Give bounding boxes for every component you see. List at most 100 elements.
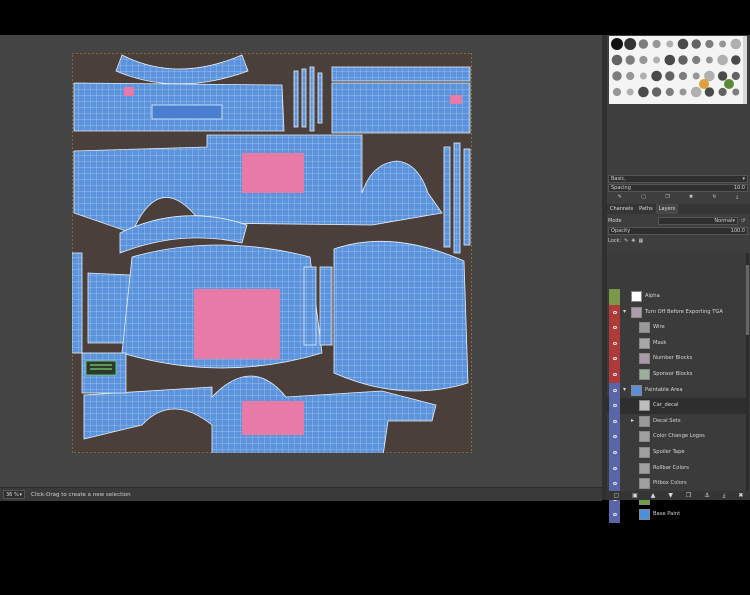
- layer-row[interactable]: Number Blocks: [607, 351, 746, 367]
- visibility-eye-icon[interactable]: [609, 507, 620, 523]
- raise-layer-icon[interactable]: ▲: [651, 492, 656, 499]
- lock-pixels-icon[interactable]: ✎: [624, 238, 628, 244]
- duplicate-layer-icon[interactable]: ❐: [686, 492, 691, 499]
- brush-preview[interactable]: [692, 72, 700, 80]
- layers-scrollbar[interactable]: [746, 253, 749, 491]
- brush-preview[interactable]: [719, 40, 727, 48]
- brush-preview[interactable]: [705, 56, 713, 64]
- brush-preview[interactable]: [612, 87, 622, 97]
- open-brush-icon[interactable]: ⤓: [736, 194, 738, 200]
- visibility-eye-icon[interactable]: [609, 382, 620, 399]
- brush-preview[interactable]: [626, 71, 635, 81]
- brush-preview[interactable]: [639, 72, 647, 80]
- brush-preview[interactable]: [626, 88, 634, 96]
- mode-select[interactable]: Normal ▾: [658, 217, 738, 225]
- brushes-scrollbar[interactable]: [743, 36, 747, 104]
- visibility-eye-icon[interactable]: [609, 476, 620, 492]
- brush-preview[interactable]: [611, 54, 623, 66]
- uv-template-canvas[interactable]: [72, 53, 472, 453]
- brush-preview[interactable]: [724, 79, 734, 89]
- brush-preview[interactable]: [652, 39, 661, 49]
- brush-preview[interactable]: [666, 40, 674, 48]
- layer-row[interactable]: Sponsor Blocks: [607, 367, 746, 383]
- brush-preview[interactable]: [717, 54, 728, 66]
- delete-layer-icon[interactable]: ✖: [738, 492, 743, 499]
- layers-list[interactable]: Alpha ▾ Turn Off Before Exporting TGA Wire M…: [607, 253, 750, 523]
- brush-previews[interactable]: [609, 36, 743, 104]
- brush-preview[interactable]: [638, 86, 649, 98]
- visibility-eye-icon[interactable]: [609, 460, 620, 477]
- visibility-eye-icon[interactable]: [609, 367, 620, 383]
- brush-preview[interactable]: [678, 71, 688, 81]
- visibility-eye-icon[interactable]: [609, 320, 620, 336]
- mode-reset-icon[interactable]: ↺: [741, 218, 745, 224]
- tab-paths[interactable]: Paths: [636, 204, 656, 214]
- edit-brush-icon[interactable]: ✎: [618, 194, 622, 200]
- brush-preview[interactable]: [692, 55, 701, 65]
- new-layer-icon[interactable]: ▢: [613, 492, 619, 499]
- lock-alpha-icon[interactable]: ▦: [639, 238, 644, 244]
- brush-preview[interactable]: [612, 71, 622, 81]
- brush-preview[interactable]: [665, 71, 675, 81]
- brush-preview[interactable]: [678, 55, 688, 65]
- zoom-select[interactable]: 36 % ▾: [3, 490, 25, 499]
- layer-row[interactable]: Color Change Logos: [607, 429, 746, 445]
- brush-preview[interactable]: [732, 88, 740, 96]
- delete-brush-icon[interactable]: ✖: [689, 194, 693, 200]
- layer-row[interactable]: Base Paint: [607, 507, 746, 523]
- layer-row[interactable]: Alpha: [607, 289, 746, 305]
- anchor-layer-icon[interactable]: ⚓: [704, 492, 709, 499]
- spacing-row[interactable]: Spacing 10.0: [608, 184, 748, 192]
- brush-preview[interactable]: [690, 86, 702, 98]
- duplicate-brush-icon[interactable]: ❐: [665, 194, 669, 200]
- visibility-eye-icon[interactable]: [609, 304, 620, 321]
- brush-preview[interactable]: [705, 39, 714, 49]
- brush-preview[interactable]: [730, 38, 742, 50]
- tab-layers[interactable]: Layers: [655, 204, 679, 214]
- layer-row[interactable]: Spoiler Tape: [607, 445, 746, 461]
- brush-preview[interactable]: [625, 55, 635, 65]
- brush-preview[interactable]: [664, 54, 676, 66]
- lower-layer-icon[interactable]: ▼: [668, 492, 673, 499]
- layer-row[interactable]: Pitbox Colors: [607, 476, 746, 492]
- layer-row[interactable]: Wire: [607, 320, 746, 336]
- opacity-row[interactable]: Opacity 100.0: [608, 227, 748, 235]
- layer-row[interactable]: Rollbar Colors: [607, 460, 746, 477]
- brush-preview[interactable]: [731, 55, 741, 65]
- refresh-brushes-icon[interactable]: ↻: [713, 194, 717, 200]
- visibility-eye-icon[interactable]: [609, 335, 620, 352]
- expand-group-icon[interactable]: ▾: [623, 386, 626, 393]
- layer-row[interactable]: Mask: [607, 335, 746, 352]
- visibility-eye-icon[interactable]: [609, 445, 620, 461]
- lock-position-icon[interactable]: ✥: [631, 238, 635, 244]
- brush-preview[interactable]: [639, 55, 648, 65]
- visibility-eye-icon[interactable]: [609, 429, 620, 445]
- visibility-eye-icon[interactable]: [609, 351, 620, 367]
- merge-layer-icon[interactable]: ⤓: [723, 492, 726, 500]
- brush-preview[interactable]: [704, 87, 715, 97]
- brush-preview[interactable]: [653, 56, 661, 64]
- layer-row[interactable]: ▾ Turn Off Before Exporting TGA: [607, 304, 746, 321]
- brush-preview[interactable]: [718, 87, 727, 97]
- brush-preview[interactable]: [651, 70, 662, 82]
- layer-row[interactable]: Car_decal: [607, 398, 746, 414]
- brush-preview[interactable]: [638, 39, 649, 49]
- visibility-eye-icon[interactable]: [609, 289, 620, 305]
- brush-preview[interactable]: [665, 87, 674, 97]
- visibility-eye-icon[interactable]: [609, 398, 620, 414]
- brush-preview[interactable]: [731, 71, 740, 81]
- new-brush-icon[interactable]: ▢: [641, 194, 646, 200]
- layer-row[interactable]: ▾ Paintable Area: [607, 382, 746, 399]
- brush-preview[interactable]: [677, 38, 689, 50]
- brushes-panel[interactable]: [609, 36, 747, 104]
- brush-preview[interactable]: [651, 87, 662, 97]
- expand-group-icon[interactable]: ▸: [631, 417, 634, 424]
- brush-preview[interactable]: [717, 71, 728, 81]
- brush-preview[interactable]: [691, 39, 701, 49]
- brush-preview[interactable]: [611, 38, 623, 50]
- layer-row[interactable]: ▸ Decal Sets: [607, 413, 746, 430]
- visibility-eye-icon[interactable]: [609, 413, 620, 430]
- new-group-icon[interactable]: ▣: [632, 492, 638, 499]
- tab-channels[interactable]: Channels: [607, 204, 636, 214]
- expand-group-icon[interactable]: ▾: [623, 308, 626, 315]
